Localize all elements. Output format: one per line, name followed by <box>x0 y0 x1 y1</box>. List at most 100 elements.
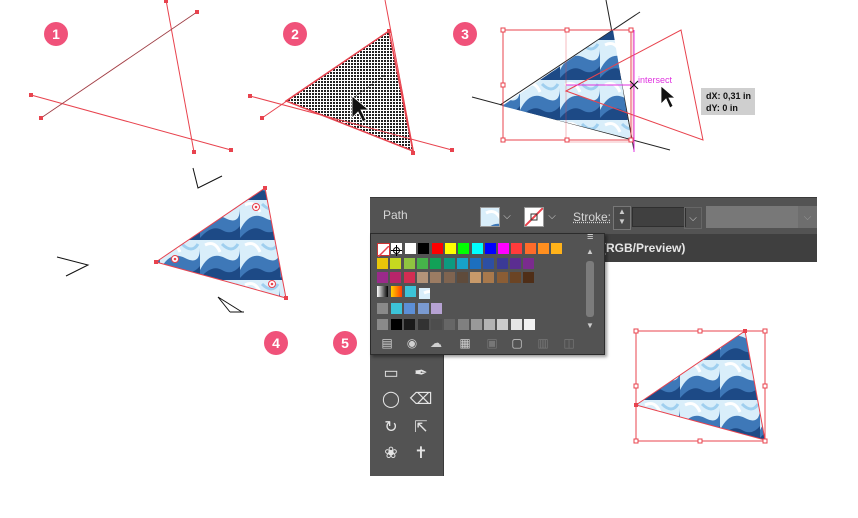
swatch[interactable] <box>391 319 402 330</box>
object-type-label: Path <box>383 208 408 222</box>
color-group-icon[interactable]: ▦ <box>457 335 473 351</box>
swatch[interactable] <box>417 319 429 330</box>
document-tab[interactable]: (RGB/Preview) <box>600 234 817 262</box>
scale-icon[interactable]: ⇱ <box>408 416 434 438</box>
gradient-swatch[interactable] <box>377 286 388 297</box>
variable-width-chevron-icon[interactable]: ⌵ <box>798 206 817 228</box>
fill-swatch-button[interactable] <box>480 207 500 227</box>
scroll-down-icon[interactable]: ▼ <box>586 321 594 330</box>
grays-folder-icon[interactable] <box>377 319 388 330</box>
swatch[interactable] <box>390 272 402 283</box>
registration-swatch[interactable] <box>391 243 402 256</box>
swatch[interactable] <box>444 319 456 330</box>
tooltip-dx: dX: 0,31 in <box>706 91 752 101</box>
swatch[interactable] <box>483 258 495 269</box>
swatch[interactable] <box>498 243 510 254</box>
swatch[interactable] <box>405 286 416 297</box>
swatch[interactable] <box>551 243 563 254</box>
step-3-badge: 3 <box>453 22 477 46</box>
step4-paths <box>56 186 288 313</box>
swatch[interactable] <box>418 243 430 254</box>
swatch[interactable] <box>456 272 468 283</box>
gradient-swatch[interactable] <box>391 286 402 297</box>
swatch[interactable] <box>496 258 508 269</box>
swatch[interactable] <box>470 319 482 330</box>
show-kinds-icon[interactable]: ◉ <box>404 335 420 351</box>
pattern-swatch[interactable] <box>419 286 430 299</box>
swatch[interactable] <box>416 272 428 283</box>
swatch-options-icon[interactable]: ▣ <box>484 335 500 351</box>
stroke-weight-chevron-icon[interactable]: ⌵ <box>684 207 702 229</box>
stroke-dropdown-chevron-icon[interactable]: ⌵ <box>545 207 559 225</box>
swatch[interactable] <box>430 319 442 330</box>
swatch[interactable] <box>431 243 443 254</box>
swatch[interactable] <box>430 303 442 314</box>
swatch[interactable] <box>471 243 483 254</box>
swatch[interactable] <box>458 243 470 254</box>
swatch[interactable] <box>377 272 388 283</box>
scroll-up-icon[interactable]: ▲ <box>586 247 594 256</box>
blob-brush-icon[interactable]: ◯ <box>378 388 404 410</box>
swatch[interactable] <box>484 319 496 330</box>
move-tooltip: dX: 0,31 in dY: 0 in <box>701 88 755 115</box>
swatch[interactable] <box>390 258 402 269</box>
eraser-icon[interactable]: ⌫ <box>408 388 434 410</box>
swatch-scrollbar[interactable]: ▲ ▼ <box>585 247 595 330</box>
rectangle-icon[interactable]: ▭ <box>378 362 404 384</box>
panel-menu-icon[interactable]: ≡ <box>587 231 593 243</box>
swatch[interactable] <box>538 243 549 254</box>
swatch[interactable] <box>417 303 429 314</box>
no-stroke-icon <box>524 207 544 227</box>
puppet-warp-icon[interactable]: ❀ <box>378 442 404 464</box>
new-swatch-icon[interactable]: ▥ <box>535 335 551 351</box>
pin-icon[interactable]: ✝ <box>408 442 434 464</box>
stroke-weight-stepper[interactable]: ▲ ▼ <box>613 206 631 230</box>
swatch[interactable] <box>456 258 468 269</box>
folder-icon[interactable]: ▢ <box>509 335 525 351</box>
rotate-icon[interactable]: ↻ <box>378 416 404 438</box>
variable-width-field[interactable] <box>706 206 798 228</box>
swatch[interactable] <box>510 319 522 330</box>
swatch[interactable] <box>443 258 455 269</box>
color-group-folder-icon[interactable] <box>377 303 388 314</box>
swatch[interactable] <box>444 243 456 254</box>
swatch[interactable] <box>443 272 455 283</box>
stroke-label[interactable]: Stroke: <box>573 210 611 224</box>
delete-icon[interactable]: ◫ <box>561 335 577 351</box>
swatch[interactable] <box>430 272 442 283</box>
swatch[interactable] <box>404 319 416 330</box>
swatch[interactable] <box>430 258 442 269</box>
swatch[interactable] <box>403 258 415 269</box>
swatch[interactable] <box>510 272 521 283</box>
swatch[interactable] <box>404 303 416 314</box>
stroke-weight-input[interactable] <box>632 207 686 227</box>
swatch[interactable] <box>483 272 495 283</box>
swatch[interactable] <box>523 272 535 283</box>
document-tab-title: (RGB/Preview) <box>602 241 686 255</box>
smart-guide-label: intersect <box>638 75 673 85</box>
cloud-icon[interactable]: ☁ <box>428 335 444 351</box>
swatch[interactable] <box>510 258 521 269</box>
swatches-panel: ≡ ▲ ▼ ▤ ◉ ☁ ▦ ▣ ▢ ▥ ◫ <box>370 231 605 355</box>
swatch[interactable] <box>511 243 523 254</box>
swatch[interactable] <box>403 272 415 283</box>
swatch[interactable] <box>496 272 508 283</box>
swatch-libraries-icon[interactable]: ▤ <box>379 335 395 351</box>
swatch[interactable] <box>523 258 535 269</box>
swatch[interactable] <box>416 258 428 269</box>
swatch[interactable] <box>457 319 469 330</box>
swatch[interactable] <box>524 319 535 330</box>
swatch[interactable] <box>497 319 509 330</box>
stroke-swatch-button[interactable] <box>524 207 544 227</box>
swatch[interactable] <box>470 272 482 283</box>
swatch[interactable] <box>405 243 416 254</box>
swatch[interactable] <box>484 243 496 254</box>
none-swatch[interactable] <box>377 243 390 258</box>
paintbrush-icon[interactable]: ✒ <box>408 362 434 384</box>
swatch[interactable] <box>524 243 536 254</box>
swatch[interactable] <box>470 258 482 269</box>
swatch[interactable] <box>391 303 402 314</box>
swatch[interactable] <box>377 258 388 269</box>
scroll-thumb[interactable] <box>586 261 594 317</box>
fill-dropdown-chevron-icon[interactable]: ⌵ <box>500 207 514 225</box>
